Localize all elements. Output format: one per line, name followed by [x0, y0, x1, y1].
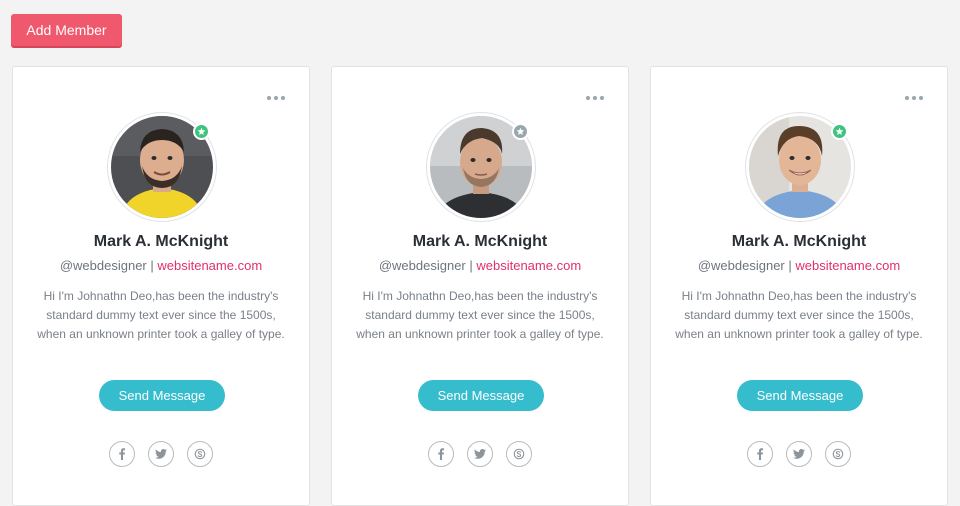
twitter-icon[interactable] [786, 441, 812, 467]
social-links [332, 441, 628, 467]
separator: | [465, 258, 477, 273]
send-message-button[interactable]: Send Message [737, 380, 863, 411]
member-handle-row: @webdesigner | websitename.com [651, 258, 947, 273]
social-links [13, 441, 309, 467]
member-handle: @webdesigner [378, 258, 466, 273]
member-handle: @webdesigner [697, 258, 785, 273]
more-options-icon[interactable] [265, 94, 287, 102]
status-online-icon [831, 123, 848, 140]
avatar [745, 112, 855, 222]
status-away-icon [512, 123, 529, 140]
member-handle: @webdesigner [59, 258, 147, 273]
avatar [107, 112, 217, 222]
twitter-icon[interactable] [467, 441, 493, 467]
separator: | [784, 258, 796, 273]
status-online-icon [193, 123, 210, 140]
avatar [426, 112, 536, 222]
facebook-icon[interactable] [747, 441, 773, 467]
more-options-icon[interactable] [584, 94, 606, 102]
member-bio: Hi I'm Johnathn Deo,has been the industr… [37, 289, 285, 341]
member-website-link[interactable]: websitename.com [476, 258, 581, 273]
member-handle-row: @webdesigner | websitename.com [332, 258, 628, 273]
member-card: Mark A. McKnight @webdesigner | websiten… [12, 66, 310, 506]
skype-icon[interactable] [506, 441, 532, 467]
social-links [651, 441, 947, 467]
member-name: Mark A. McKnight [93, 233, 229, 250]
member-card: Mark A. McKnight @webdesigner | websiten… [650, 66, 948, 506]
member-bio: Hi I'm Johnathn Deo,has been the industr… [356, 289, 604, 341]
member-website-link[interactable]: websitename.com [795, 258, 900, 273]
member-name: Mark A. McKnight [412, 233, 548, 250]
separator: | [146, 258, 158, 273]
facebook-icon[interactable] [109, 441, 135, 467]
send-message-button[interactable]: Send Message [99, 380, 225, 411]
skype-icon[interactable] [825, 441, 851, 467]
member-handle-row: @webdesigner | websitename.com [13, 258, 309, 273]
add-member-button[interactable]: Add Member [11, 14, 122, 46]
facebook-icon[interactable] [428, 441, 454, 467]
twitter-icon[interactable] [148, 441, 174, 467]
send-message-button[interactable]: Send Message [418, 380, 544, 411]
member-card: Mark A. McKnight @webdesigner | websiten… [331, 66, 629, 506]
member-name: Mark A. McKnight [731, 233, 867, 250]
member-bio: Hi I'm Johnathn Deo,has been the industr… [675, 289, 923, 341]
skype-icon[interactable] [187, 441, 213, 467]
more-options-icon[interactable] [903, 94, 925, 102]
member-website-link[interactable]: websitename.com [157, 258, 262, 273]
